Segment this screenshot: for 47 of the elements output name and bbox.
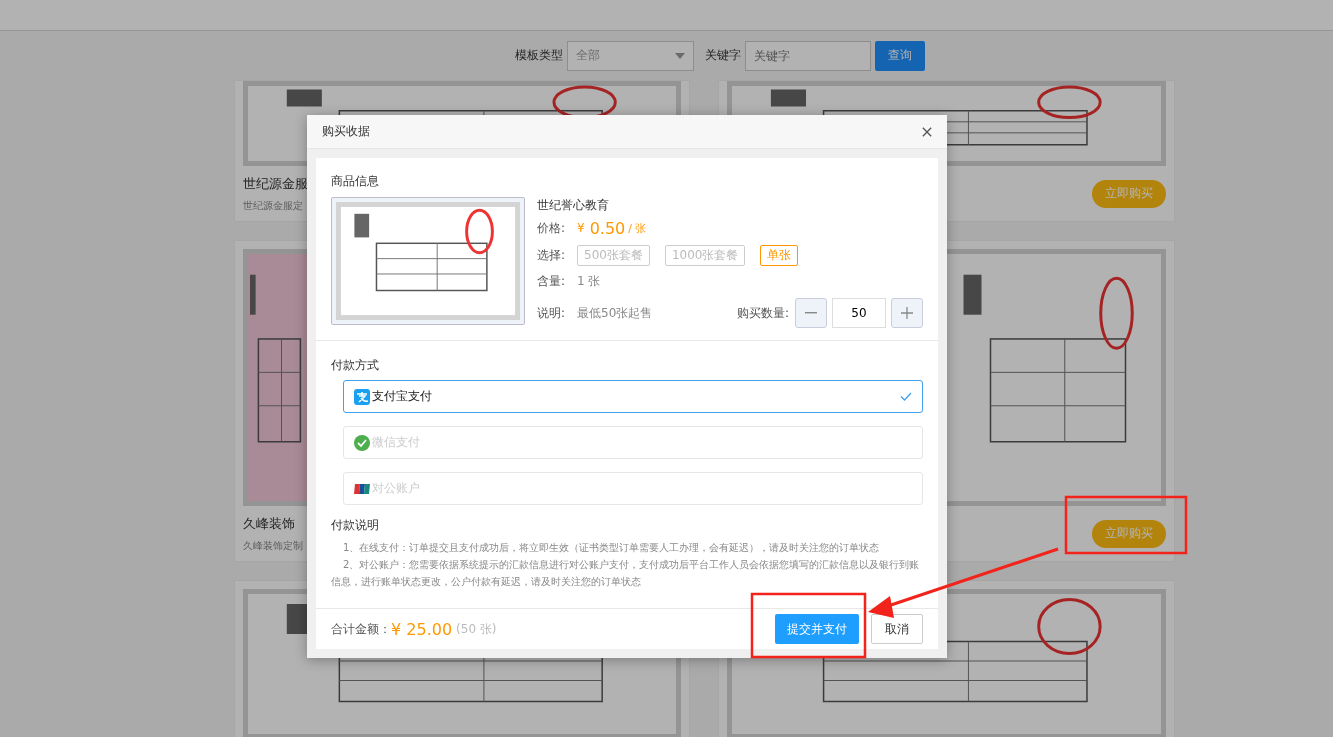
- total-amount: ¥ 25.00: [391, 619, 453, 639]
- increase-button[interactable]: [891, 298, 923, 328]
- product-name: 世纪誉心教育: [537, 197, 610, 213]
- package-option[interactable]: 单张: [760, 244, 799, 266]
- field-label: 说明:: [537, 304, 567, 322]
- field-label: 选择:: [537, 246, 567, 264]
- currency-symbol: ¥: [577, 221, 585, 235]
- content-value: 1 张: [577, 272, 601, 290]
- total-label: 合计金额：: [331, 620, 391, 638]
- total-count: (50 张): [456, 620, 497, 638]
- template-description: 世纪源金服定: [243, 198, 304, 213]
- package-option[interactable]: 500张套餐: [577, 244, 650, 266]
- check-circle-icon: [354, 434, 370, 451]
- field-label: 含量:: [537, 272, 567, 290]
- submit-button[interactable]: 提交并支付: [775, 614, 859, 644]
- package-option[interactable]: 1000张套餐: [664, 244, 746, 266]
- section-title: 付款方式: [331, 358, 380, 373]
- note-paragraph: 2、对公账户：您需要依据系统提示的汇款信息进行对公账户支付，支付成功后平台工作人员会依据您填写的汇款信息以及银行到账信息，进行账单状态更改，公户付款有延迟，请及时关注您的订单状态: [331, 558, 921, 589]
- price-value: 0.50: [589, 218, 626, 238]
- plus-icon: [901, 307, 913, 319]
- filter-label: 关键字: [705, 47, 741, 64]
- dialog-title: 购买收据: [322, 123, 370, 140]
- decrease-button[interactable]: [795, 298, 827, 328]
- section-title: 付款说明: [331, 518, 380, 533]
- section-title: 商品信息: [331, 174, 380, 189]
- caret-icon: [675, 52, 685, 59]
- check-icon: [900, 392, 912, 401]
- payment-option[interactable]: 支付宝支付: [343, 380, 923, 413]
- field-label: 价格:: [537, 219, 567, 237]
- note-text: 最低50张起售: [577, 304, 653, 322]
- template-description: 久峰装饰定制: [243, 538, 303, 553]
- quantity-field[interactable]: 50: [832, 298, 886, 328]
- search-button[interactable]: 查询: [875, 40, 925, 71]
- type-select[interactable]: 全部: [567, 40, 694, 71]
- keyword-field[interactable]: 关键字: [745, 40, 871, 71]
- note-paragraph: 1、在线支付：订单提交且支付成功后，将立即生效（证书类型订单需要人工办理，会有延迟），请及时关注您的订单状态: [342, 541, 881, 555]
- buy-button[interactable]: 立即购买: [1092, 179, 1166, 208]
- quantity-label: 购买数量:: [736, 304, 789, 322]
- price-unit: / 张: [628, 220, 647, 236]
- buy-button[interactable]: 立即购买: [1092, 519, 1166, 548]
- close-icon[interactable]: [922, 126, 932, 137]
- payment-icon: [354, 388, 370, 405]
- template-title: 世纪源金服: [243, 174, 308, 193]
- template-title: 久峰装饰: [243, 514, 295, 533]
- cancel-button[interactable]: 取消: [871, 614, 923, 644]
- filter-label: 模板类型: [515, 47, 563, 64]
- minus-icon: [805, 312, 817, 314]
